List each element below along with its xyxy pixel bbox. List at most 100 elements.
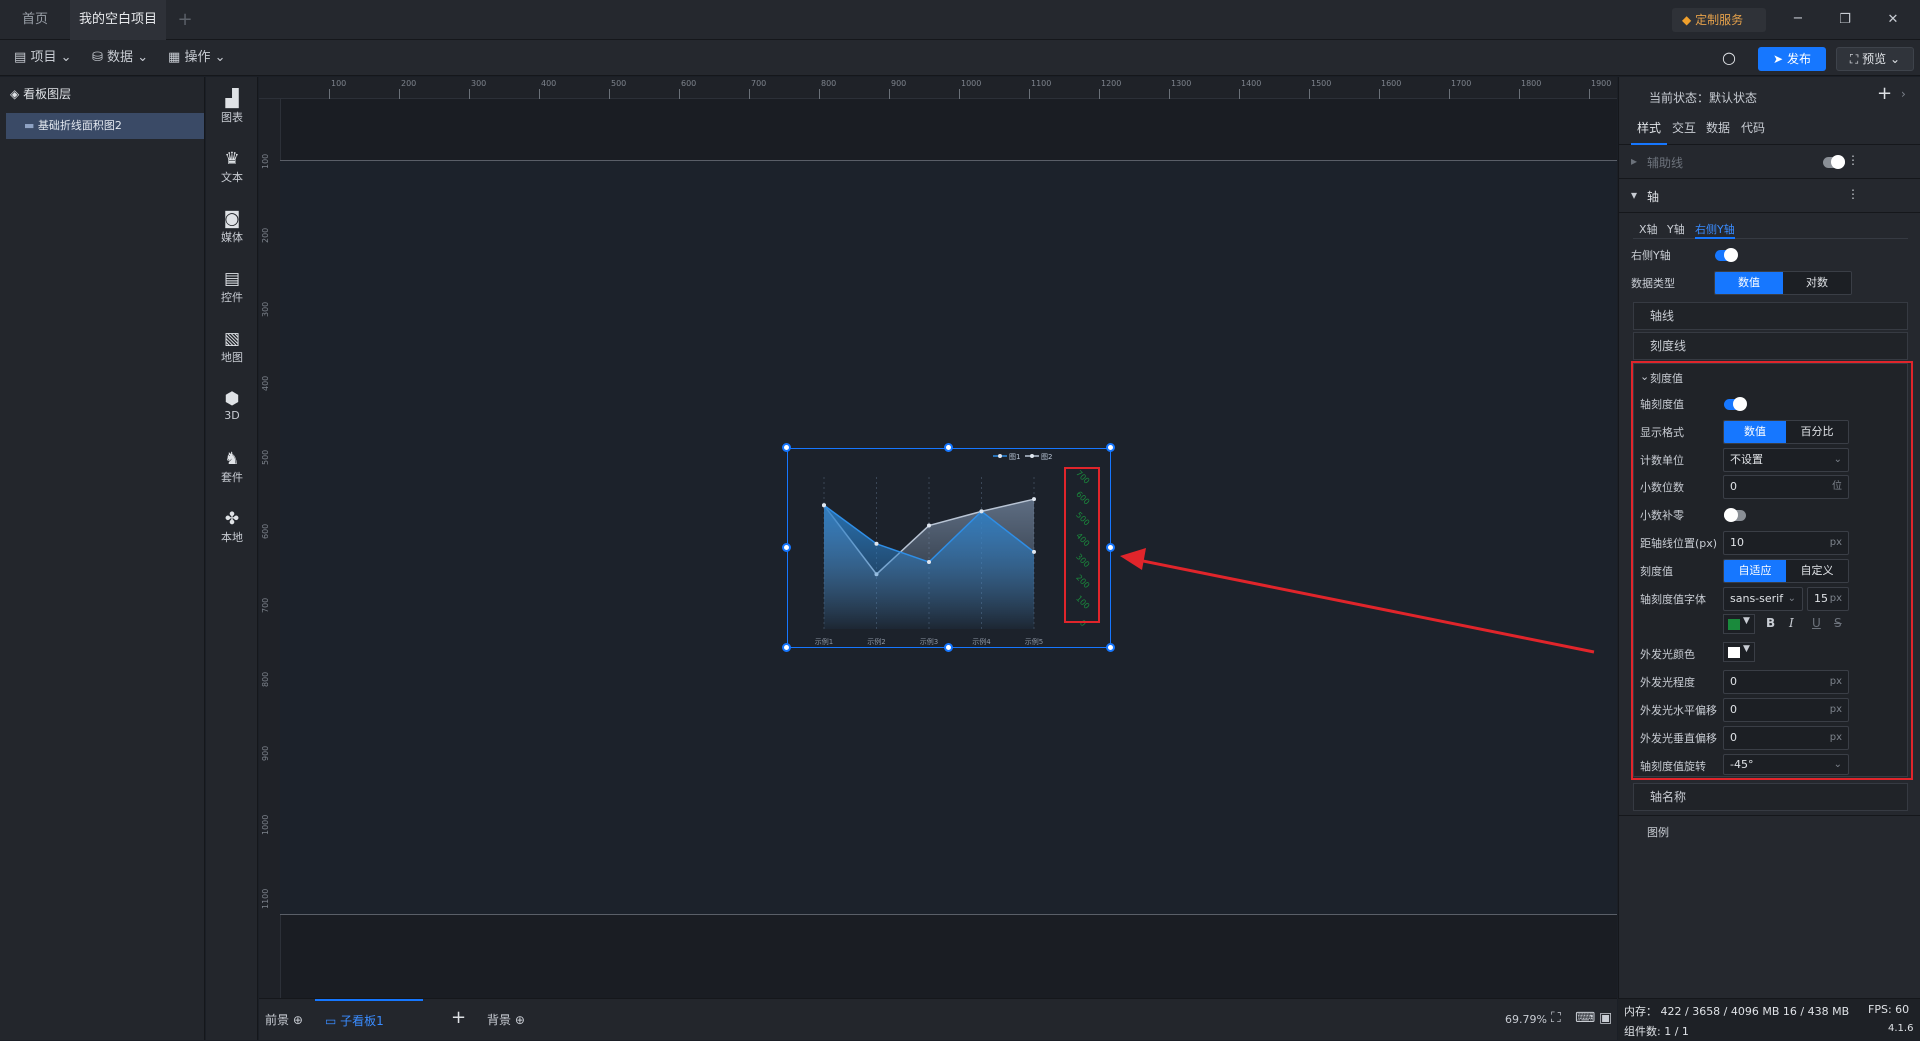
tick-mode-switch[interactable]: 自适应 自定义 bbox=[1723, 559, 1849, 583]
resize-handle-n[interactable] bbox=[944, 443, 953, 452]
axis-name-label: 轴名称 bbox=[1650, 790, 1687, 804]
resize-handle-w[interactable] bbox=[782, 543, 791, 552]
text-icon: ♛ bbox=[224, 149, 240, 169]
resize-handle-sw[interactable] bbox=[782, 643, 791, 652]
preview-button[interactable]: ⛶ 预览 ⌄ bbox=[1836, 47, 1914, 71]
tab-data[interactable]: 数据 bbox=[1701, 113, 1735, 145]
tool-media[interactable]: ◙ 媒体 bbox=[206, 209, 258, 245]
decimals-label: 小数位数 bbox=[1640, 481, 1684, 494]
text-color-picker[interactable]: ▼ bbox=[1723, 614, 1755, 634]
resize-handle-ne[interactable] bbox=[1106, 443, 1115, 452]
tab-code[interactable]: 代码 bbox=[1735, 113, 1771, 145]
rotation-select[interactable]: -45° ⌄ bbox=[1723, 754, 1849, 775]
option-log[interactable]: 对数 bbox=[1783, 272, 1851, 294]
ruler-tick bbox=[1449, 89, 1450, 99]
chart-widget[interactable]: 示例1 示例2 示例3 示例4 示例5 700 600 500 400 300 200 100 0 图1 图… bbox=[787, 448, 1111, 648]
distance-input[interactable]: 10 px bbox=[1723, 531, 1849, 555]
right-y-toggle[interactable] bbox=[1715, 248, 1738, 262]
font-size-input[interactable]: 15 px bbox=[1807, 587, 1849, 611]
italic-icon[interactable]: I bbox=[1789, 616, 1794, 630]
data-point bbox=[874, 541, 879, 546]
menu-data[interactable]: ⛁ 数据 ⌄ bbox=[92, 40, 148, 76]
folder-icon: ▬ bbox=[24, 119, 35, 132]
zoom-level[interactable]: 69.79% bbox=[1505, 1013, 1547, 1026]
menu-project[interactable]: ▤ 项目 ⌄ bbox=[14, 40, 72, 76]
tab-y-axis[interactable]: Y轴 bbox=[1667, 221, 1685, 237]
display-format-switch[interactable]: 数值 百分比 bbox=[1723, 420, 1849, 444]
option-numeric[interactable]: 数值 bbox=[1724, 421, 1786, 443]
count-unit-select[interactable]: 不设置 ⌄ bbox=[1723, 448, 1849, 472]
option-custom[interactable]: 自定义 bbox=[1786, 560, 1848, 582]
more-vertical-icon[interactable]: ⋮ bbox=[1847, 187, 1859, 201]
menu-operate[interactable]: ▦ 操作 ⌄ bbox=[168, 40, 226, 76]
ruler-label: 100 bbox=[261, 153, 270, 169]
tool-chart[interactable]: ▟ 图表 bbox=[206, 89, 258, 125]
terminal-icon[interactable]: ▣ bbox=[1599, 1010, 1612, 1026]
guides-toggle[interactable] bbox=[1823, 155, 1845, 169]
underline-icon[interactable]: U bbox=[1812, 616, 1821, 630]
restore-icon[interactable]: ❐ bbox=[1830, 0, 1860, 40]
decimals-unit: 位 bbox=[1832, 481, 1842, 492]
menu-project-label: 项目 bbox=[30, 50, 57, 65]
tick-line-section[interactable]: 刻度线 bbox=[1633, 332, 1908, 360]
fit-screen-icon[interactable]: ⛶ bbox=[1551, 1010, 1561, 1026]
tab-right-y-axis[interactable]: 右侧Y轴 bbox=[1695, 221, 1735, 239]
option-numeric[interactable]: 数值 bbox=[1715, 272, 1783, 294]
keyboard-icon[interactable]: ⌨ bbox=[1575, 1010, 1595, 1026]
resize-handle-nw[interactable] bbox=[782, 443, 791, 452]
tab-project[interactable]: 我的空白项目 bbox=[70, 0, 166, 64]
tool-map[interactable]: ▧ 地图 bbox=[206, 329, 258, 365]
tool-control[interactable]: ▤ 控件 bbox=[206, 269, 258, 305]
font-family-select[interactable]: sans-serif ⌄ bbox=[1723, 587, 1803, 611]
chevron-right-icon[interactable]: › bbox=[1901, 87, 1906, 101]
add-board-icon[interactable]: + bbox=[451, 1007, 466, 1028]
back-layer-tab[interactable]: 背景 ⊕ bbox=[487, 1011, 525, 1028]
custom-service-button[interactable]: ◆ 定制服务 bbox=[1672, 8, 1766, 32]
diamond-icon: ◆ bbox=[1682, 13, 1692, 27]
tab-home[interactable]: 首页 bbox=[0, 0, 70, 40]
tab-x-axis[interactable]: X轴 bbox=[1639, 221, 1658, 237]
sub-board-tab[interactable]: ▭ 子看板1 bbox=[315, 999, 423, 1041]
minimize-icon[interactable]: − bbox=[1783, 0, 1813, 40]
guides-row[interactable]: ▸ 辅助线 ⋮ bbox=[1619, 145, 1920, 179]
layer-item[interactable]: ▬ 基础折线面积图2 bbox=[6, 113, 204, 139]
toggle-knob bbox=[1831, 155, 1845, 169]
bold-icon[interactable]: B bbox=[1766, 616, 1775, 630]
front-layer-tab[interactable]: 前景 ⊕ bbox=[265, 1011, 303, 1028]
decimals-input[interactable]: 0位 bbox=[1723, 475, 1849, 499]
tab-style[interactable]: 样式 bbox=[1631, 113, 1667, 145]
ruler-tick bbox=[1379, 89, 1380, 99]
strikethrough-icon[interactable]: S bbox=[1834, 616, 1842, 630]
resize-handle-s[interactable] bbox=[944, 643, 953, 652]
arrow-line bbox=[1137, 558, 1595, 654]
add-state-icon[interactable]: + bbox=[1877, 83, 1892, 104]
decimal-pad-toggle[interactable] bbox=[1724, 508, 1746, 522]
tool-kit[interactable]: ♞ 套件 bbox=[206, 449, 258, 485]
axis-name-section[interactable]: 轴名称 bbox=[1633, 783, 1908, 811]
chevron-down-icon[interactable]: ⌄ bbox=[1640, 370, 1649, 383]
new-tab-icon[interactable]: + bbox=[170, 0, 200, 40]
glow-h-input[interactable]: 0 px bbox=[1723, 698, 1849, 722]
data-type-switch[interactable]: 数值 对数 bbox=[1714, 271, 1852, 295]
close-icon[interactable]: ✕ bbox=[1878, 0, 1908, 40]
search-icon[interactable]: ○ bbox=[1722, 48, 1736, 67]
front-label: 前景 bbox=[265, 1013, 290, 1027]
axis-row[interactable]: ▾ 轴 ⋮ bbox=[1619, 179, 1920, 213]
ruler-label: 900 bbox=[891, 79, 907, 88]
tool-map-label: 地图 bbox=[221, 351, 243, 364]
more-vertical-icon[interactable]: ⋮ bbox=[1847, 153, 1859, 167]
glow-v-input[interactable]: 0 px bbox=[1723, 726, 1849, 750]
tool-local[interactable]: ✤ 本地 bbox=[206, 509, 258, 545]
legend-row[interactable]: 图例 bbox=[1619, 815, 1920, 841]
tool-text[interactable]: ♛ 文本 bbox=[206, 149, 258, 185]
tick-value-toggle[interactable] bbox=[1724, 397, 1747, 411]
tick-value-section-label[interactable]: 刻度值 bbox=[1650, 370, 1683, 386]
option-adaptive[interactable]: 自适应 bbox=[1724, 560, 1786, 582]
option-percent[interactable]: 百分比 bbox=[1786, 421, 1848, 443]
glow-color-picker[interactable]: ▼ bbox=[1723, 642, 1755, 662]
tab-interaction[interactable]: 交互 bbox=[1667, 113, 1701, 145]
publish-button[interactable]: ➤ 发布 bbox=[1758, 47, 1826, 71]
glow-degree-input[interactable]: 0 px bbox=[1723, 670, 1849, 694]
axis-line-section[interactable]: 轴线 bbox=[1633, 302, 1908, 330]
tool-3d[interactable]: ⬢ 3D bbox=[206, 389, 258, 422]
